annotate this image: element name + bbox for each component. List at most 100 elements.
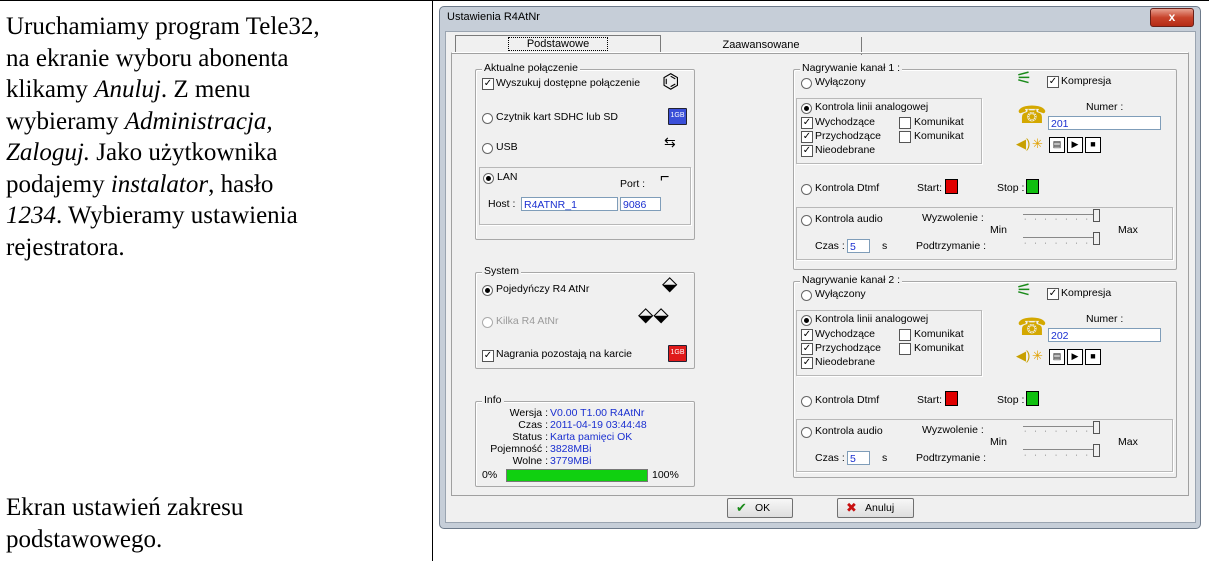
channel-2-record-list-button[interactable]: ▤ xyxy=(1049,349,1065,365)
single-device-radio[interactable] xyxy=(482,285,493,296)
speaker-icon: ◀) xyxy=(1016,136,1031,151)
channel-1-number-input[interactable]: 201 xyxy=(1048,116,1161,130)
para-line-5: Zaloguj. Jako użytkownika xyxy=(6,137,320,169)
channel-2-audio-box: Kontrola audio Wyzwolenie : · · · · · · … xyxy=(796,419,1173,472)
channel-1-audio-label: Kontrola audio xyxy=(815,213,883,225)
channel-1-missed-checkbox[interactable]: ✓ xyxy=(801,145,813,157)
para-line-4: wybieramy Administracja, xyxy=(6,106,320,138)
card-readers-icon: ⬙⬙ xyxy=(638,304,669,326)
channel-1-stop-indicator[interactable] xyxy=(1026,179,1039,194)
channel-2-incoming-checkbox[interactable]: ✓ xyxy=(801,343,813,355)
channel-1-play-button[interactable]: ▶ xyxy=(1067,137,1083,153)
channel-1-trigger-label: Wyzwolenie : xyxy=(922,212,984,224)
channel-1-outgoing-message-checkbox[interactable] xyxy=(899,117,911,129)
channel-1-time-input[interactable]: 5 xyxy=(847,239,870,253)
cancel-button[interactable]: ✖ Anuluj xyxy=(837,498,914,518)
usb-label: USB xyxy=(496,141,518,153)
channel-1-missed-label: Nieodebrane xyxy=(815,144,876,156)
channel-2-stop-indicator[interactable] xyxy=(1026,391,1039,406)
telephone-icon: ☎ xyxy=(1017,102,1047,129)
para-line-1: Uruchamiamy program Tele32, xyxy=(6,13,320,40)
multi-device-radio[interactable] xyxy=(482,317,493,328)
sd-reader-radio[interactable] xyxy=(482,113,493,124)
channel-2-audio-radio[interactable] xyxy=(801,427,812,438)
channel-1-start-indicator[interactable] xyxy=(945,179,958,194)
channel-2-trigger-ticks: · · · · · · · xyxy=(1024,428,1091,435)
channel-1-record-list-button[interactable]: ▤ xyxy=(1049,137,1065,153)
channel-1-audio-radio[interactable] xyxy=(801,215,812,226)
channel-2-off-label: Wyłączony xyxy=(815,288,866,300)
channel-1-trigger-ticks: · · · · · · · xyxy=(1024,216,1091,223)
para-italic-instalator: instalator xyxy=(110,170,209,198)
window-client: Podstawowe Zaawansowane Aktualne połącze… xyxy=(445,31,1196,523)
channel-2-trigger-slider[interactable] xyxy=(1093,421,1100,434)
channel-2-time-input[interactable]: 5 xyxy=(847,451,870,465)
ok-button[interactable]: ✔ OK xyxy=(727,498,793,518)
host-label: Host : xyxy=(488,198,516,210)
capacity-label: Pojemność : xyxy=(490,443,548,455)
channel-2-hold-slider[interactable] xyxy=(1093,444,1100,457)
channel-2-outgoing-message-checkbox[interactable] xyxy=(899,329,911,341)
checkmark-icon: ✔ xyxy=(736,500,747,515)
memory-card-icon: 1GB xyxy=(668,345,687,362)
channel-2-trigger-label: Wyzwolenie : xyxy=(922,424,984,436)
search-checkbox[interactable]: ✓ xyxy=(482,78,494,90)
channel-2-number-label: Numer : xyxy=(1086,313,1124,325)
channel-2-stop-button[interactable]: ■ xyxy=(1085,349,1101,365)
lan-box: LAN Port : ⌐ Host : R4ATNR_1 9086 xyxy=(479,167,691,225)
recordings-label: Nagrania pozostają na karcie xyxy=(496,348,632,360)
channel-1-stop-button[interactable]: ■ xyxy=(1085,137,1101,153)
channel-2-missed-label: Nieodebrane xyxy=(815,356,876,368)
channel-2-start-label: Start: xyxy=(917,394,943,406)
compression-icon: ⚟ xyxy=(1016,280,1033,300)
channel-2-hold-track xyxy=(1023,449,1093,450)
channel-2-number-input[interactable]: 202 xyxy=(1048,328,1161,342)
usb-radio[interactable] xyxy=(482,143,493,154)
channel-2-audio-label: Kontrola audio xyxy=(815,425,883,437)
time-label: Czas : xyxy=(518,419,548,431)
capacity-value: 3828MBi xyxy=(550,443,592,455)
channel-1-incoming-checkbox[interactable]: ✓ xyxy=(801,131,813,143)
cross-icon: ✖ xyxy=(846,500,857,515)
channel-2-analog-radio[interactable] xyxy=(801,315,812,326)
cancel-button-label: Anuluj xyxy=(865,502,895,514)
channel-2-start-indicator[interactable] xyxy=(945,391,958,406)
sd-reader-label: Czytnik kart SDHC lub SD xyxy=(496,111,618,123)
channel-1-dtmf-radio[interactable] xyxy=(801,184,812,195)
channel-1-trigger-slider[interactable] xyxy=(1093,209,1100,222)
close-button[interactable]: x xyxy=(1150,8,1194,27)
channel-2-outgoing-checkbox[interactable]: ✓ xyxy=(801,329,813,341)
para-line-2: na ekranie wyboru abonenta xyxy=(6,44,289,72)
channel-1-compression-label: Kompresja xyxy=(1061,75,1112,87)
channel-2-dtmf-radio[interactable] xyxy=(801,396,812,407)
time-value: 2011-04-19 03:44:48 xyxy=(550,419,647,431)
channel-1-analog-radio[interactable] xyxy=(801,103,812,114)
channel-1-time-label: Czas : xyxy=(815,240,845,252)
channel-2-max-label: Max xyxy=(1118,436,1138,448)
para-line-8: rejestratora. xyxy=(6,233,125,261)
channel-1-incoming-label: Przychodzące xyxy=(815,130,881,142)
system-group: System Pojedyńczy R4 AtNr ⬙ Kilka R4 AtN… xyxy=(475,265,695,369)
lan-radio[interactable] xyxy=(483,173,494,184)
para-line-3: klikamy Anuluj. Z menu xyxy=(6,74,320,106)
channel-2-compression-label: Kompresja xyxy=(1061,287,1112,299)
channel-2-group: Nagrywanie kanał 2 : Wyłączony ⚟ ✓ Kompr… xyxy=(793,274,1177,478)
connection-group: Aktualne połączenie ✓ Wyszukuj dostępne … xyxy=(475,62,695,240)
channel-1-compression-checkbox[interactable]: ✓ xyxy=(1047,76,1059,88)
channel-2-missed-checkbox[interactable]: ✓ xyxy=(801,357,813,369)
channel-2-incoming-message-checkbox[interactable] xyxy=(899,343,911,355)
capacity-progress-fill xyxy=(507,470,647,481)
tab-page: Aktualne połączenie ✓ Wyszukuj dostępne … xyxy=(451,52,1189,496)
channel-2-off-radio[interactable] xyxy=(801,290,812,301)
channel-1-off-radio[interactable] xyxy=(801,78,812,89)
channel-1-outgoing-checkbox[interactable]: ✓ xyxy=(801,117,813,129)
recordings-checkbox[interactable]: ✓ xyxy=(482,350,494,362)
host-input[interactable]: R4ATNR_1 xyxy=(521,197,618,211)
search-label: Wyszukuj dostępne połączenie xyxy=(496,77,641,89)
port-input[interactable]: 9086 xyxy=(620,197,661,211)
channel-1-incoming-message-checkbox[interactable] xyxy=(899,131,911,143)
channel-2-compression-checkbox[interactable]: ✓ xyxy=(1047,288,1059,300)
channel-1-hold-slider[interactable] xyxy=(1093,232,1100,245)
channel-2-play-button[interactable]: ▶ xyxy=(1067,349,1083,365)
channel-1-time-unit: s xyxy=(882,240,888,252)
